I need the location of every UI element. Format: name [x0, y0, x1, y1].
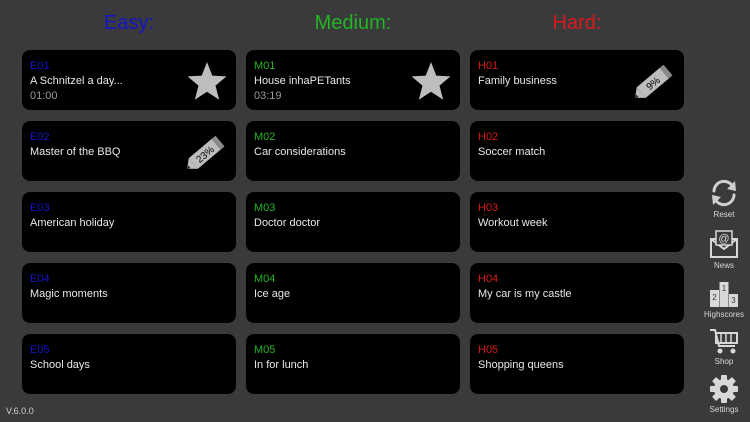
highscores-button[interactable]: 2 1 3 Highscores: [697, 277, 750, 320]
level-code: M04: [254, 273, 276, 285]
level-title: House inhaPETants: [254, 75, 351, 87]
highscores-label: Highscores: [703, 310, 744, 319]
level-title: In for lunch: [254, 359, 309, 371]
level-code: E05: [30, 344, 50, 356]
highscores-icon: 2 1 3: [710, 282, 738, 307]
level-code: H05: [478, 344, 499, 356]
news-label: News: [713, 261, 734, 270]
level-title: Shopping queens: [478, 359, 564, 371]
level-title: Ice age: [254, 288, 291, 300]
level-code: E03: [30, 202, 50, 214]
level-card-e05[interactable]: E05 School days: [22, 334, 236, 394]
column-heading-easy: Easy:: [103, 12, 155, 34]
level-title: Family business: [478, 75, 557, 87]
version-label: V.6.0.0: [6, 406, 34, 416]
level-card-m04[interactable]: M04 Ice age: [246, 263, 460, 323]
gear-icon: [710, 375, 738, 403]
settings-button[interactable]: Settings: [697, 374, 750, 415]
level-time: 03:19: [254, 90, 282, 102]
level-card-h05[interactable]: H05 Shopping queens: [470, 334, 684, 394]
level-code: M05: [254, 344, 276, 356]
level-card-m01[interactable]: M01 House inhaPETants 03:19: [246, 50, 460, 110]
svg-text:@: @: [718, 233, 729, 245]
level-code: M02: [254, 131, 276, 143]
level-title: Master of the BBQ: [30, 146, 121, 158]
level-card-e02[interactable]: E02 Master of the BBQ 23%: [22, 121, 236, 181]
news-icon: @: [710, 230, 738, 258]
level-card-h03[interactable]: H03 Workout week: [470, 192, 684, 252]
level-title: Car considerations: [254, 146, 346, 158]
settings-label: Settings: [709, 405, 739, 414]
pencil-icon: 23%: [187, 135, 225, 169]
level-card-m02[interactable]: M02 Car considerations: [246, 121, 460, 181]
podium-first: 1: [722, 284, 727, 293]
level-card-h04[interactable]: H04 My car is my castle: [470, 263, 684, 323]
level-card-m03[interactable]: M03 Doctor doctor: [246, 192, 460, 252]
podium-second: 2: [712, 293, 717, 302]
level-code: H03: [478, 202, 499, 214]
cart-icon: [710, 329, 738, 354]
level-code: E02: [30, 131, 50, 143]
reset-icon: [712, 179, 736, 207]
level-card-m05[interactable]: M05 In for lunch: [246, 334, 460, 394]
star-icon: [411, 62, 451, 100]
level-title: A Schnitzel a day...: [30, 75, 123, 87]
shop-button[interactable]: Shop: [697, 326, 750, 367]
level-title: Magic moments: [30, 288, 108, 300]
shop-label: Shop: [714, 357, 734, 366]
level-card-e01[interactable]: E01 A Schnitzel a day... 01:00: [22, 50, 236, 110]
level-code: H02: [478, 131, 499, 143]
level-time: 01:00: [30, 90, 58, 102]
level-title: Doctor doctor: [254, 217, 321, 229]
level-title: My car is my castle: [478, 288, 572, 300]
level-code: M03: [254, 202, 276, 214]
news-button[interactable]: @ News: [697, 228, 750, 271]
star-icon: [187, 62, 227, 100]
level-card-e04[interactable]: E04 Magic moments: [22, 263, 236, 323]
level-code: H01: [478, 60, 499, 72]
level-code: H04: [478, 273, 499, 285]
level-card-e03[interactable]: E03 American holiday: [22, 192, 236, 252]
level-title: American holiday: [30, 217, 115, 229]
reset-button[interactable]: Reset: [697, 177, 750, 220]
level-card-h02[interactable]: H02 Soccer match: [470, 121, 684, 181]
column-heading-hard: Hard:: [552, 12, 602, 34]
reset-label: Reset: [713, 210, 735, 219]
level-title: Soccer match: [478, 146, 546, 158]
level-code: E04: [30, 273, 50, 285]
pencil-icon: 9%: [635, 64, 673, 98]
level-title: Workout week: [478, 217, 548, 229]
column-heading-medium: Medium:: [314, 12, 392, 34]
level-code: M01: [254, 60, 276, 72]
podium-third: 3: [731, 296, 736, 305]
level-card-h01[interactable]: H01 Family business 9%: [470, 50, 684, 110]
level-code: E01: [30, 60, 50, 72]
level-title: School days: [30, 359, 90, 371]
